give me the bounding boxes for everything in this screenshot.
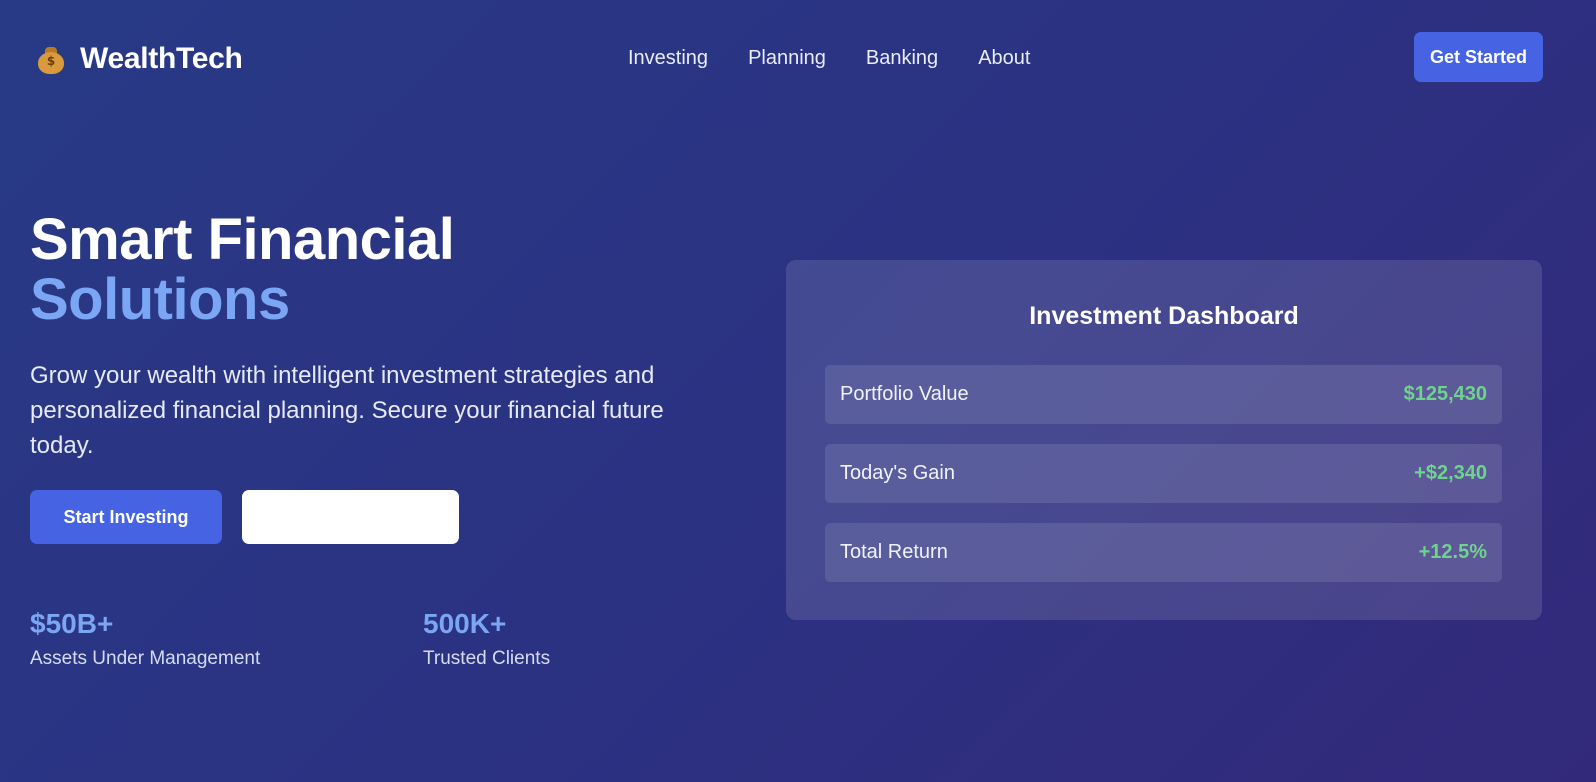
metric-label: Today's Gain [840, 462, 955, 484]
hero-title: Smart Financial Solutions [30, 207, 455, 332]
stat-value: $50B+ [30, 608, 114, 639]
stat-label: Assets Under Management [30, 648, 261, 669]
investment-dashboard-card: Investment Dashboard Portfolio Value $12… [786, 260, 1542, 620]
nav-link-investing[interactable]: Investing [628, 47, 708, 70]
metric-total-return: Total Return +12.5% [825, 523, 1502, 582]
money-bag-icon: $ [36, 44, 66, 74]
nav-links: Investing Planning Banking About [628, 47, 1070, 70]
metric-label: Portfolio Value [840, 383, 969, 405]
secondary-button[interactable] [242, 490, 459, 544]
hero-title-line2: Solutions [30, 267, 290, 332]
stat-value: 500K+ [423, 608, 507, 639]
stat-clients: 500K+ Trusted Clients [423, 606, 550, 670]
nav-link-banking[interactable]: Banking [866, 47, 938, 70]
metric-value: $125,430 [1403, 383, 1487, 405]
metric-label: Total Return [840, 541, 948, 563]
nav-link-planning[interactable]: Planning [748, 47, 826, 70]
top-navigation: $ WealthTech Investing Planning Banking … [2, 2, 1568, 114]
get-started-button[interactable]: Get Started [1414, 32, 1543, 82]
nav-link-about[interactable]: About [978, 47, 1030, 70]
metric-portfolio-value: Portfolio Value $125,430 [825, 365, 1502, 424]
metric-value: +$2,340 [1414, 462, 1487, 484]
metric-todays-gain: Today's Gain +$2,340 [825, 444, 1502, 503]
hero-title-line1: Smart Financial [30, 207, 455, 272]
stat-label: Trusted Clients [423, 648, 551, 669]
page: $ WealthTech Investing Planning Banking … [2, 2, 1596, 782]
brand-logo[interactable]: $ WealthTech [36, 42, 243, 76]
metric-value: +12.5% [1418, 541, 1487, 563]
brand-name: WealthTech [80, 42, 243, 75]
stat-assets: $50B+ Assets Under Management [30, 606, 260, 670]
start-investing-button[interactable]: Start Investing [30, 490, 222, 544]
dashboard-title: Investment Dashboard [1029, 302, 1299, 330]
hero-subtitle: Grow your wealth with intelligent invest… [30, 362, 664, 459]
